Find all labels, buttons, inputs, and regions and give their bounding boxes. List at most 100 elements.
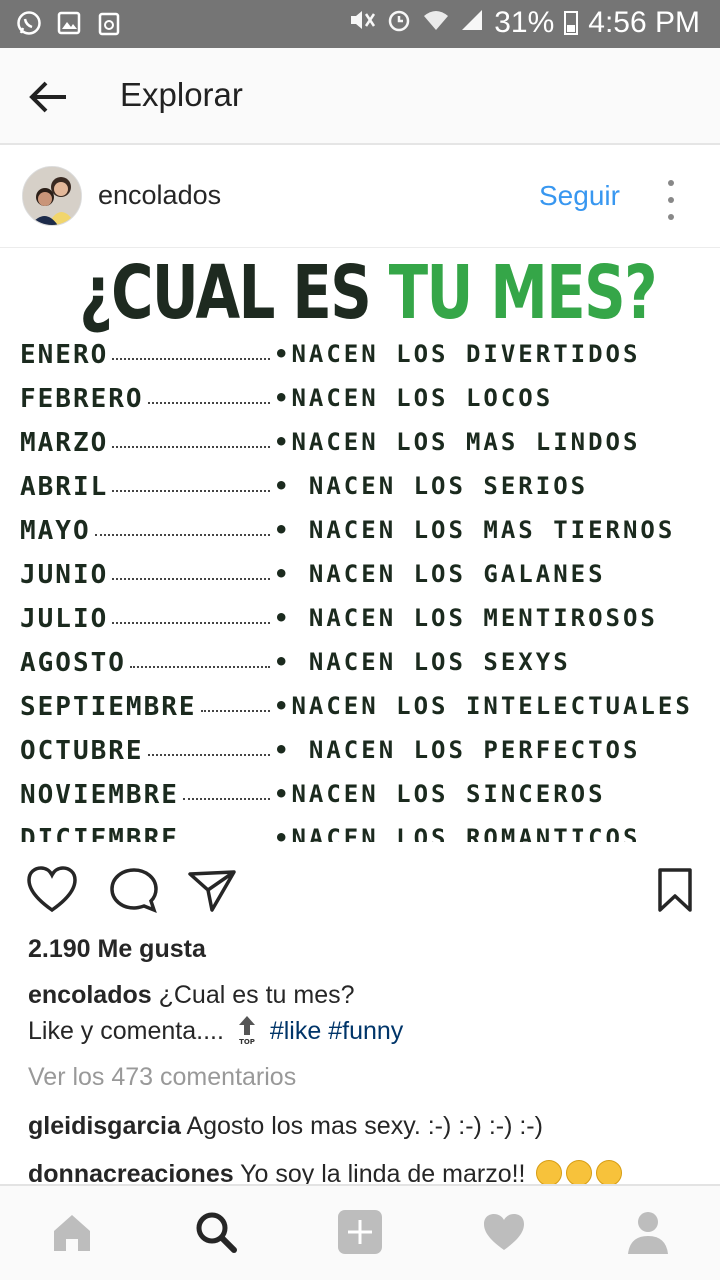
- month-name: MAYO: [20, 516, 91, 546]
- month-name: OCTUBRE: [20, 736, 144, 766]
- svg-text:TOP: TOP: [239, 1038, 255, 1045]
- alarm-icon: [386, 7, 412, 39]
- nav-search[interactable]: [192, 1208, 240, 1256]
- image-month-row: SEPTIEMBRE •NACEN LOS INTELECTUALES: [20, 686, 720, 722]
- system-status: 31% 4:56 PM: [348, 6, 700, 40]
- like-button[interactable]: [26, 866, 78, 914]
- month-description: •NACEN LOS SINCEROS: [274, 780, 606, 808]
- image-month-row: NOVIEMBRE •NACEN LOS SINCEROS: [20, 774, 720, 810]
- comment-username[interactable]: gleidisgarcia: [28, 1112, 181, 1140]
- back-button[interactable]: [22, 74, 74, 120]
- dotted-leader: [148, 754, 270, 756]
- image-month-row: MARZO •NACEN LOS MAS LINDOS: [20, 422, 720, 458]
- mute-icon: [348, 8, 376, 38]
- notification-icons: [16, 10, 122, 36]
- image-month-row: ABRIL • NACEN LOS SERIOS: [20, 466, 720, 502]
- send-icon: [188, 870, 236, 912]
- month-name: SEPTIEMBRE: [20, 692, 197, 722]
- comment-text: Agosto los mas sexy. :-) :-) :-) :-): [186, 1112, 543, 1140]
- dotted-leader: [112, 446, 270, 448]
- dotted-leader: [112, 622, 270, 624]
- month-name: DICIEMBRE: [20, 824, 179, 842]
- top-arrow-icon: TOP: [237, 1015, 257, 1046]
- share-button[interactable]: [186, 866, 238, 914]
- signal-icon: [460, 8, 484, 38]
- arrow-left-icon: [29, 81, 66, 113]
- nav-profile[interactable]: [624, 1208, 672, 1256]
- grinning-emoji-icon: [596, 1160, 623, 1186]
- image-month-row: OCTUBRE • NACEN LOS PERFECTOS: [20, 730, 720, 766]
- month-name: AGOSTO: [20, 648, 126, 678]
- month-name: JUNIO: [20, 560, 109, 590]
- image-month-row: MAYO • NACEN LOS MAS TIERNOS: [20, 510, 720, 546]
- nav-add-post[interactable]: [336, 1208, 384, 1256]
- grinning-emoji-icon: [566, 1160, 593, 1186]
- dotted-leader: [130, 666, 270, 668]
- image-month-row: JULIO • NACEN LOS MENTIROSOS: [20, 598, 720, 634]
- add-post-icon: [338, 1210, 382, 1254]
- post-actions: [0, 858, 720, 922]
- view-all-comments-link[interactable]: Ver los 473 comentarios: [28, 1063, 296, 1092]
- page-title: Explorar: [120, 76, 243, 113]
- image-month-row: ENERO •NACEN LOS DIVERTIDOS: [20, 334, 720, 370]
- hashtag-funny[interactable]: #funny: [328, 1017, 403, 1045]
- battery-icon: [564, 11, 579, 35]
- month-description: • NACEN LOS MAS TIERNOS: [274, 516, 676, 544]
- image-month-row: DICIEMBRE •NACEN LOS ROMANTICOS: [20, 818, 720, 842]
- post-image[interactable]: ¿CUAL ES TU MES? ENERO •NACEN LOS DIVERTI…: [0, 248, 720, 842]
- nav-activity[interactable]: [480, 1208, 528, 1256]
- caption-username[interactable]: encolados: [28, 981, 152, 1009]
- month-description: •NACEN LOS DIVERTIDOS: [274, 340, 641, 368]
- dotted-leader: [183, 798, 270, 800]
- more-options-icon[interactable]: [666, 180, 676, 220]
- post-username[interactable]: encolados: [98, 180, 221, 211]
- dotted-leader: [112, 358, 270, 360]
- month-name: JULIO: [20, 604, 109, 634]
- follow-button[interactable]: Seguir: [539, 180, 620, 212]
- activity-heart-icon: [484, 1214, 524, 1250]
- heart-icon: [27, 866, 77, 913]
- month-description: •NACEN LOS LOCOS: [274, 384, 554, 412]
- clock: 4:56 PM: [588, 6, 700, 39]
- avatar[interactable]: [22, 166, 82, 226]
- app-header: Explorar: [0, 48, 720, 145]
- comment-button[interactable]: [108, 866, 160, 914]
- month-description: • NACEN LOS PERFECTOS: [274, 736, 641, 764]
- like-count[interactable]: 2.190 Me gusta: [28, 935, 206, 964]
- wifi-icon: [422, 8, 450, 38]
- post-header: encolados Seguir: [0, 146, 720, 248]
- dotted-leader: [148, 402, 270, 404]
- caption-text: ¿Cual es tu mes?: [158, 981, 355, 1009]
- month-description: • NACEN LOS MENTIROSOS: [274, 604, 658, 632]
- bottom-navigation: [0, 1184, 720, 1280]
- comment-item: gleidisgarcia Agosto los mas sexy. :-) :…: [28, 1112, 543, 1141]
- month-name: NOVIEMBRE: [20, 780, 179, 810]
- whatsapp-icon: [16, 10, 42, 36]
- recycle-icon: [96, 10, 122, 36]
- image-title: ¿CUAL ES TU MES?: [79, 250, 657, 336]
- dotted-leader: [112, 490, 270, 492]
- dotted-leader: [95, 534, 270, 536]
- save-button[interactable]: [652, 866, 704, 914]
- status-bar: 31% 4:56 PM: [0, 0, 720, 48]
- month-name: ABRIL: [20, 472, 109, 502]
- month-description: • NACEN LOS GALANES: [274, 560, 606, 588]
- dotted-leader: [112, 578, 270, 580]
- nav-home[interactable]: [48, 1208, 96, 1256]
- hashtag-like[interactable]: #like: [270, 1017, 321, 1045]
- dotted-leader: [201, 710, 270, 712]
- caption-text-2: Like y comenta....: [28, 1017, 224, 1045]
- month-description: •NACEN LOS INTELECTUALES: [274, 692, 693, 720]
- month-description: • NACEN LOS SERIOS: [274, 472, 589, 500]
- comment-icon: [110, 868, 158, 914]
- profile-icon: [628, 1212, 668, 1254]
- post-caption: encolados ¿Cual es tu mes? Like y coment…: [28, 977, 698, 1049]
- battery-percent: 31%: [494, 6, 555, 39]
- gallery-icon: [56, 10, 82, 36]
- image-month-row: JUNIO • NACEN LOS GALANES: [20, 554, 720, 590]
- month-name: MARZO: [20, 428, 109, 458]
- bookmark-icon: [658, 868, 692, 912]
- month-name: FEBRERO: [20, 384, 144, 414]
- grinning-emoji-icon: [536, 1160, 563, 1186]
- image-month-row: AGOSTO • NACEN LOS SEXYS: [20, 642, 720, 678]
